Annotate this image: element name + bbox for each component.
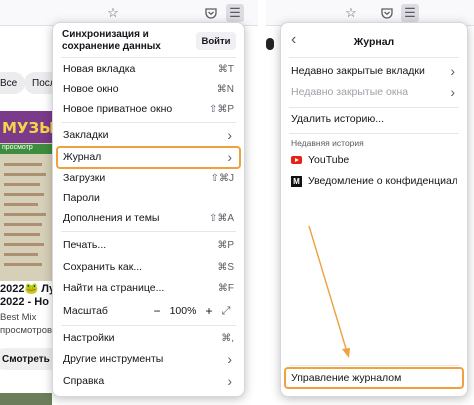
chevron-right-icon: › xyxy=(450,84,455,100)
zoom-out-button[interactable]: − xyxy=(148,304,166,318)
bookmark-star-icon[interactable]: ☆ xyxy=(104,4,122,22)
video-views: просмотров xyxy=(0,325,53,336)
menu-item-bookmarks[interactable]: Закладки › xyxy=(53,125,244,145)
history-panel-title: Журнал xyxy=(353,36,395,48)
chevron-right-icon: › xyxy=(227,351,232,367)
history-item-privacy-notice[interactable]: M Уведомление о конфиденциальност... xyxy=(281,171,467,191)
bookmark-star-icon[interactable]: ☆ xyxy=(342,4,360,22)
manage-highlight-frame xyxy=(284,367,464,389)
menu-item-settings[interactable]: Настройки ⌘, xyxy=(53,328,244,348)
chevron-right-icon: › xyxy=(450,63,455,79)
menu-item-zoom: Масштаб − 100% + ⤢ xyxy=(53,301,244,321)
menu-item-more-tools[interactable]: Другие инструменты › xyxy=(53,349,244,369)
menu-item-new-tab[interactable]: Новая вкладка ⌘T xyxy=(53,59,244,79)
recent-history-label: Недавняя история xyxy=(291,138,364,148)
app-menu-icon[interactable]: ☰ xyxy=(401,4,419,22)
chevron-right-icon: › xyxy=(227,373,232,389)
pocket-icon[interactable] xyxy=(378,4,396,22)
youtube-icon xyxy=(291,156,302,164)
filter-chip-all[interactable]: Все xyxy=(0,72,26,94)
recently-closed-windows: Недавно закрытые окна › xyxy=(291,84,455,100)
menu-item-addons[interactable]: Дополнения и темы ⇧⌘A xyxy=(53,208,244,228)
app-menu-icon[interactable]: ☰ xyxy=(226,4,244,22)
microphone-icon[interactable] xyxy=(266,38,274,50)
thumbnail-title: МУЗЫ xyxy=(0,111,52,143)
zoom-level[interactable]: 100% xyxy=(166,305,200,317)
menu-item-save-as[interactable]: Сохранить как... ⌘S xyxy=(53,257,244,277)
menu-item-passwords[interactable]: Пароли xyxy=(53,188,244,208)
history-item-youtube[interactable]: YouTube xyxy=(281,150,467,170)
fullscreen-icon[interactable]: ⤢ xyxy=(218,305,234,318)
thumbnail-subtitle: просмотр xyxy=(0,144,52,154)
menu-item-new-window[interactable]: Новое окно ⌘N xyxy=(53,79,244,99)
video-title-line2[interactable]: 2022 - Но xyxy=(0,296,49,308)
pocket-icon[interactable] xyxy=(202,4,220,22)
signin-button[interactable]: Войти xyxy=(196,32,236,50)
menu-item-print[interactable]: Печать... ⌘P xyxy=(53,235,244,255)
history-highlight-frame xyxy=(56,146,241,169)
recently-closed-tabs[interactable]: Недавно закрытые вкладки › xyxy=(281,61,467,81)
next-thumbnail[interactable] xyxy=(0,393,52,405)
medium-icon: M xyxy=(291,175,302,187)
menu-item-downloads[interactable]: Загрузки ⇧⌘J xyxy=(53,168,244,188)
video-thumbnail[interactable]: МУЗЫ просмотр xyxy=(0,111,52,281)
history-panel: ‹ Журнал Недавно закрытые вкладки › Недав… xyxy=(280,22,468,397)
video-channel: Best Mix xyxy=(0,312,37,323)
sync-title: Синхронизация и сохранение данных xyxy=(62,29,161,52)
menu-item-help[interactable]: Справка › xyxy=(53,371,244,391)
screenshot-divider xyxy=(258,0,266,405)
chevron-right-icon: › xyxy=(227,127,232,143)
menu-item-private-window[interactable]: Новое приватное окно ⇧⌘P xyxy=(53,99,244,119)
app-menu-panel: Синхронизация и сохранение данных Войти … xyxy=(52,22,245,397)
delete-history-button[interactable]: Удалить историю... xyxy=(281,109,467,129)
zoom-in-button[interactable]: + xyxy=(200,304,218,318)
menu-item-find[interactable]: Найти на странице... ⌘F xyxy=(53,278,244,298)
